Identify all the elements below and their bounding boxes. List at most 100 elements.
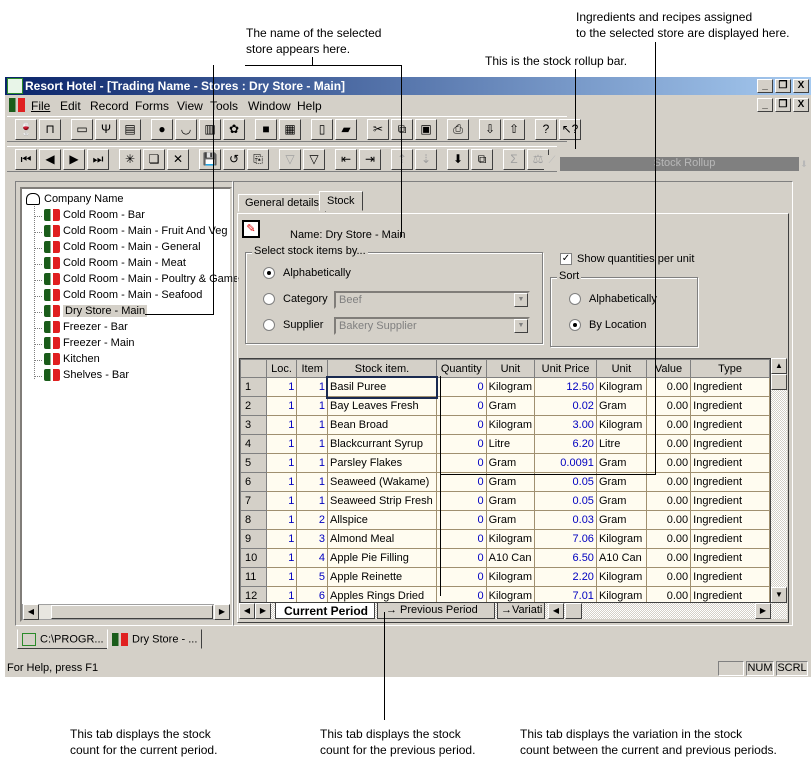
grid-cell[interactable]: 5 <box>296 567 329 587</box>
sort-radio-by-location[interactable]: By Location <box>569 319 646 332</box>
move-down-icon[interactable]: ⇩ <box>479 119 501 140</box>
menu-edit[interactable]: Edit <box>60 99 81 113</box>
grid-cell[interactable]: Ingredient <box>690 529 770 549</box>
new-document-icon[interactable]: ▯ <box>311 119 333 140</box>
grid-cell[interactable]: 0 <box>436 453 487 473</box>
grid-cell[interactable]: 0.00 <box>646 415 692 435</box>
grid-cell[interactable]: A10 Can <box>486 548 536 568</box>
grid-cell[interactable]: Ingredient <box>690 472 770 492</box>
previous-record-icon[interactable]: ◀ <box>39 149 61 170</box>
grid-cell[interactable]: 12.50 <box>534 377 597 397</box>
grid-cell[interactable]: Bay Leaves Fresh <box>327 396 437 416</box>
grid-cell[interactable]: Parsley Flakes <box>327 453 437 473</box>
bowl-icon[interactable]: ◡ <box>175 119 197 140</box>
minimize-button[interactable]: _ <box>757 79 773 93</box>
tab-scroll-right-icon[interactable]: ▶ <box>255 603 271 619</box>
table-row[interactable]: 2 1 1 Bay Leaves Fresh 0 Gram 0.02 Gram 0.00 Ingr… <box>240 396 770 416</box>
first-record-icon[interactable]: ⏮ <box>15 149 37 170</box>
grid-cell[interactable]: Gram <box>596 491 647 511</box>
grid-cell[interactable]: 1 <box>296 396 329 416</box>
menu-view[interactable]: View <box>177 99 203 113</box>
grid-cell[interactable]: 2.20 <box>534 567 597 587</box>
grid-cell[interactable]: 0.00 <box>646 586 692 602</box>
grid-cell[interactable]: 3 <box>296 529 329 549</box>
grid-cell[interactable]: Blackcurrant Syrup <box>327 434 437 454</box>
edit-store-icon[interactable]: ✎ <box>242 220 260 238</box>
row-header[interactable]: 9 <box>240 529 267 549</box>
grid-cell[interactable]: 3.00 <box>534 415 597 435</box>
insert-below-icon[interactable]: ⇣ <box>415 149 437 170</box>
rollup-pin-icon[interactable]: ⟋ <box>544 155 560 171</box>
tree-item[interactable]: Cold Room - Bar <box>44 209 145 222</box>
radio-alphabetically[interactable]: Alphabetically <box>263 267 351 280</box>
grid-cell[interactable]: Apples Rings Dried <box>327 586 437 602</box>
radio-dot[interactable] <box>569 293 581 306</box>
grid-cell[interactable]: Kilogram <box>596 415 647 435</box>
grid-cell[interactable]: Kilogram <box>486 567 536 587</box>
grid-cell[interactable]: 0 <box>436 396 487 416</box>
duplicate-record-icon[interactable]: ❏ <box>143 149 165 170</box>
move-left-icon[interactable]: ⇤ <box>335 149 357 170</box>
radio-dot[interactable] <box>263 293 275 306</box>
hscroll-left-icon[interactable]: ◀ <box>548 603 564 619</box>
tree-item[interactable]: Cold Room - Main - General <box>44 241 201 254</box>
truck-icon[interactable]: ■ <box>255 119 277 140</box>
grid-cell[interactable]: 1 <box>296 434 329 454</box>
table-row[interactable]: 3 1 1 Bean Broad 0 Kilogram 3.00 Kilogram 0.00 In… <box>240 415 770 435</box>
column-header[interactable]: Value <box>645 359 692 378</box>
tab-previous-period[interactable]: → Previous Period <box>377 603 495 619</box>
grid-cell[interactable]: 1 <box>266 510 298 530</box>
grid-cell[interactable]: Litre <box>486 434 536 454</box>
tree-item[interactable]: Dry Store - Main <box>44 305 148 318</box>
tree-item[interactable]: Cold Room - Main - Poultry & Game <box>44 273 239 286</box>
radio-dot[interactable] <box>569 319 581 332</box>
grid-cell[interactable]: Kilogram <box>596 567 647 587</box>
grid-cell[interactable]: 1 <box>296 472 329 492</box>
grid-cell[interactable]: 0.00 <box>646 529 692 549</box>
delete-record-icon[interactable]: ✕ <box>167 149 189 170</box>
tab-general-details[interactable]: General details <box>238 194 326 212</box>
grid-cell[interactable]: Ingredient <box>690 396 770 416</box>
grid-cell[interactable]: 1 <box>296 491 329 511</box>
stores-icon[interactable]: 🍷 <box>15 119 37 140</box>
grid-cell[interactable]: Gram <box>486 453 536 473</box>
grid-cell[interactable]: Ingredient <box>690 415 770 435</box>
function-room-icon[interactable]: ⊓ <box>39 119 61 140</box>
move-right-icon[interactable]: ⇥ <box>359 149 381 170</box>
print-icon[interactable]: ⎙ <box>447 119 469 140</box>
grid-cell[interactable]: 1 <box>296 453 329 473</box>
menu-record[interactable]: Record <box>90 99 129 113</box>
grid-cell[interactable]: 7.01 <box>534 586 597 602</box>
grid-cell[interactable]: Ingredient <box>690 510 770 530</box>
grid-cell[interactable]: Ingredient <box>690 453 770 473</box>
grid-cell[interactable]: 0.00 <box>646 396 692 416</box>
table-row[interactable]: 8 1 2 Allspice 0 Gram 0.03 Gram 0.00 Ingredient <box>240 510 770 530</box>
windows-icon[interactable]: ⧉ <box>471 149 493 170</box>
table-row[interactable]: 1 1 1 Basil Puree 0 Kilogram 12.50 Kilogram 0.00… <box>240 375 770 399</box>
grid-cell[interactable]: 1 <box>266 472 298 492</box>
tab-stock[interactable]: Stock <box>319 191 363 211</box>
grid-cell[interactable]: 7.06 <box>534 529 597 549</box>
save-all-icon[interactable]: ⎘ <box>247 149 269 170</box>
row-header[interactable]: 2 <box>240 396 267 416</box>
restore-button[interactable]: ❐ <box>775 79 791 93</box>
next-record-icon[interactable]: ▶ <box>63 149 85 170</box>
grid-cell[interactable]: 0.00 <box>646 510 692 530</box>
scroll-right-icon[interactable]: ▶ <box>214 604 230 620</box>
close-button[interactable]: X <box>793 79 809 93</box>
grid-cell[interactable]: 0.0091 <box>534 453 597 473</box>
last-record-icon[interactable]: ⏭ <box>87 149 109 170</box>
grid-cell[interactable]: Apple Pie Filling <box>327 548 437 568</box>
grid-cell[interactable]: 1 <box>266 453 298 473</box>
row-header[interactable]: 8 <box>240 510 267 530</box>
grid-cell[interactable]: 1 <box>296 415 329 435</box>
grid-cell[interactable]: 0 <box>436 415 487 435</box>
grid-cell[interactable]: 0.05 <box>534 491 597 511</box>
grid-cell[interactable]: Gram <box>596 472 647 492</box>
grid-cell[interactable]: Gram <box>596 510 647 530</box>
grid-cell[interactable]: 0.02 <box>534 396 597 416</box>
grid-cell[interactable]: 0.00 <box>646 567 692 587</box>
grid-cell[interactable]: Apple Reinette <box>327 567 437 587</box>
table-row[interactable]: 9 1 3 Almond Meal 0 Kilogram 7.06 Kilogram 0.00 I… <box>240 529 770 549</box>
column-header[interactable] <box>240 359 267 378</box>
